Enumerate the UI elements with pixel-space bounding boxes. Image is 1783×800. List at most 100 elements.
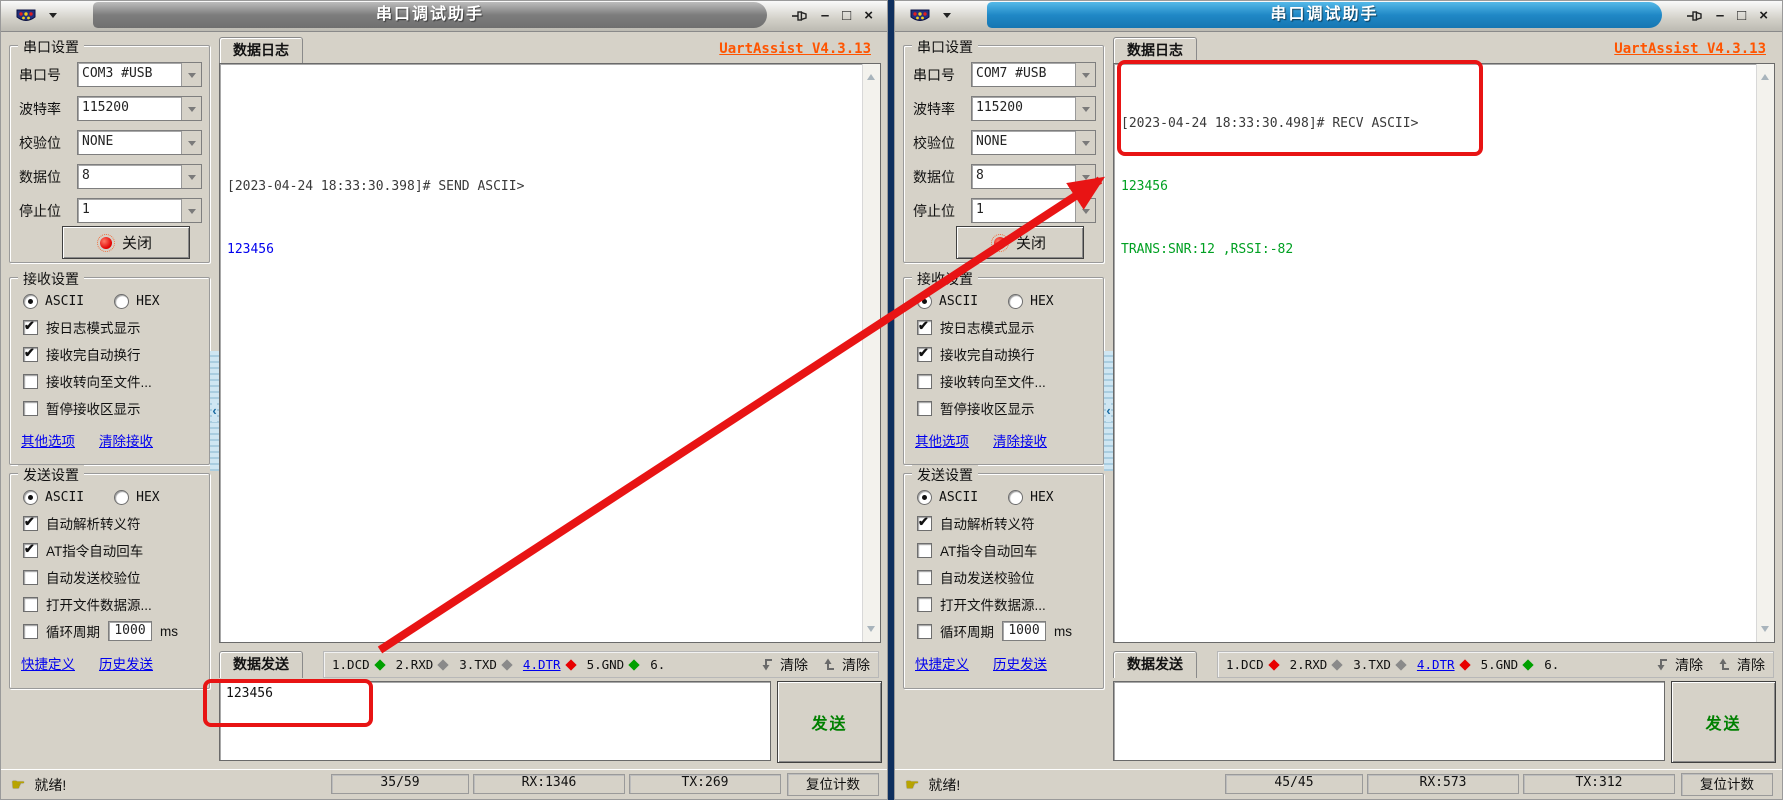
baud-rate-select[interactable]: 115200 bbox=[77, 96, 202, 121]
checkbox-file-data-source[interactable]: 打开文件数据源... bbox=[917, 595, 1103, 613]
cycle-period-input[interactable]: 1000 bbox=[108, 621, 152, 641]
signal-dtr[interactable]: 4.DTR bbox=[1417, 657, 1469, 672]
checkbox-auto-escape[interactable]: 自动解析转义符 bbox=[917, 514, 1103, 532]
checkbox-auto-newline[interactable]: 接收完自动换行 bbox=[917, 345, 1103, 363]
combo-dropdown-button[interactable] bbox=[1075, 97, 1095, 120]
minimize-button[interactable]: – bbox=[821, 6, 829, 26]
radio-send-ascii[interactable]: ASCII bbox=[23, 490, 84, 505]
collapse-panel-icon[interactable] bbox=[210, 351, 219, 471]
collapse-panel-icon[interactable] bbox=[1104, 351, 1113, 471]
checkbox-cycle-period[interactable]: 循环周期 1000 ms bbox=[23, 622, 209, 640]
radio-send-ascii[interactable]: ASCII bbox=[917, 490, 978, 505]
signal-label[interactable]: 4.DTR bbox=[1417, 657, 1455, 672]
pin-icon[interactable] bbox=[791, 9, 808, 23]
stop-bits-select[interactable]: 1 bbox=[971, 198, 1096, 223]
checkbox-redirect-to-file[interactable]: 接收转向至文件... bbox=[917, 372, 1103, 390]
checkbox-pause-display[interactable]: 暂停接收区显示 bbox=[23, 399, 209, 417]
brand-link[interactable]: UartAssist V4.3.13 bbox=[1614, 41, 1766, 57]
clear-receive-button[interactable]: 清除 bbox=[1655, 655, 1703, 675]
link-quick-define[interactable]: 快捷定义 bbox=[21, 653, 75, 673]
link-other-options[interactable]: 其他选项 bbox=[21, 430, 75, 450]
radio-send-hex[interactable]: HEX bbox=[1008, 490, 1053, 505]
scroll-down-icon[interactable] bbox=[867, 626, 875, 636]
signal-dtr[interactable]: 4.DTR bbox=[523, 657, 575, 672]
link-history-send[interactable]: 历史发送 bbox=[99, 653, 153, 673]
data-bits-select[interactable]: 8 bbox=[971, 164, 1096, 189]
signal-label[interactable]: 4.DTR bbox=[523, 657, 561, 672]
checkbox-redirect-to-file[interactable]: 接收转向至文件... bbox=[23, 372, 209, 390]
close-window-button[interactable]: × bbox=[864, 6, 873, 26]
combo-dropdown-button[interactable] bbox=[1075, 63, 1095, 86]
data-log-area[interactable]: [2023-04-24 18:33:30.498]# RECV ASCII> 1… bbox=[1113, 63, 1775, 643]
log-scrollbar[interactable] bbox=[862, 64, 880, 642]
combo-dropdown-button[interactable] bbox=[181, 165, 201, 188]
brand-link[interactable]: UartAssist V4.3.13 bbox=[719, 41, 871, 57]
checkbox-auto-escape[interactable]: 自动解析转义符 bbox=[23, 514, 209, 532]
scroll-up-icon[interactable] bbox=[1761, 70, 1769, 80]
clear-send-button[interactable]: 清除 bbox=[1717, 655, 1765, 675]
radio-send-hex[interactable]: HEX bbox=[114, 490, 159, 505]
checkbox-log-mode-display[interactable]: 按日志模式显示 bbox=[23, 318, 209, 336]
checkbox-auto-checksum[interactable]: 自动发送校验位 bbox=[23, 568, 209, 586]
scroll-down-icon[interactable] bbox=[1761, 626, 1769, 636]
radio-recv-hex[interactable]: HEX bbox=[1008, 294, 1053, 309]
stop-bits-select[interactable]: 1 bbox=[77, 198, 202, 223]
send-button[interactable]: 发送 bbox=[1671, 681, 1776, 763]
checkbox-cycle-period[interactable]: 循环周期 1000 ms bbox=[917, 622, 1103, 640]
maximize-button[interactable]: □ bbox=[1737, 6, 1746, 26]
clear-send-button[interactable]: 清除 bbox=[822, 655, 870, 675]
checkbox-at-auto-enter[interactable]: AT指令自动回车 bbox=[23, 541, 209, 559]
data-bits-select[interactable]: 8 bbox=[77, 164, 202, 189]
tab-data-send[interactable]: 数据发送 bbox=[1113, 651, 1197, 678]
checkbox-pause-display[interactable]: 暂停接收区显示 bbox=[917, 399, 1103, 417]
radio-recv-ascii[interactable]: ASCII bbox=[23, 294, 84, 309]
reset-count-button[interactable]: 复位计数 bbox=[787, 773, 879, 796]
checkbox-auto-newline[interactable]: 接收完自动换行 bbox=[23, 345, 209, 363]
tab-data-log[interactable]: 数据日志 bbox=[1113, 37, 1197, 64]
checkbox-log-mode-display[interactable]: 按日志模式显示 bbox=[917, 318, 1103, 336]
tab-data-send[interactable]: 数据发送 bbox=[219, 651, 303, 678]
cycle-period-input[interactable]: 1000 bbox=[1002, 621, 1046, 641]
checkbox-at-auto-enter[interactable]: AT指令自动回车 bbox=[917, 541, 1103, 559]
data-log-area[interactable]: [2023-04-24 18:33:30.398]# SEND ASCII> 1… bbox=[219, 63, 881, 643]
combo-dropdown-button[interactable] bbox=[1075, 131, 1095, 154]
titlebar[interactable]: 串口调试助手 – □ × bbox=[1, 1, 887, 32]
com-port-select[interactable]: COM3 #USB bbox=[77, 62, 202, 87]
app-menu[interactable] bbox=[901, 4, 987, 27]
combo-dropdown-button[interactable] bbox=[181, 131, 201, 154]
minimize-button[interactable]: – bbox=[1716, 6, 1724, 26]
close-window-button[interactable]: × bbox=[1759, 6, 1768, 26]
pin-icon[interactable] bbox=[1686, 9, 1703, 23]
parity-select[interactable]: NONE bbox=[971, 130, 1096, 155]
radio-recv-ascii[interactable]: ASCII bbox=[917, 294, 978, 309]
radio-recv-hex[interactable]: HEX bbox=[114, 294, 159, 309]
combo-dropdown-button[interactable] bbox=[1075, 199, 1095, 222]
clear-receive-button[interactable]: 清除 bbox=[760, 655, 808, 675]
app-menu[interactable] bbox=[7, 4, 93, 27]
tab-data-log[interactable]: 数据日志 bbox=[219, 37, 303, 64]
maximize-button[interactable]: □ bbox=[842, 6, 851, 26]
checkbox-file-data-source[interactable]: 打开文件数据源... bbox=[23, 595, 209, 613]
reset-count-button[interactable]: 复位计数 bbox=[1681, 773, 1773, 796]
send-button[interactable]: 发送 bbox=[777, 681, 882, 763]
log-scrollbar[interactable] bbox=[1756, 64, 1774, 642]
checkbox-auto-checksum[interactable]: 自动发送校验位 bbox=[917, 568, 1103, 586]
baud-rate-select[interactable]: 115200 bbox=[971, 96, 1096, 121]
link-clear-receive[interactable]: 清除接收 bbox=[993, 430, 1047, 450]
scroll-up-icon[interactable] bbox=[867, 70, 875, 80]
combo-dropdown-button[interactable] bbox=[181, 199, 201, 222]
close-port-button[interactable]: 关闭 bbox=[62, 226, 190, 259]
com-port-select[interactable]: COM7 #USB bbox=[971, 62, 1096, 87]
combo-dropdown-button[interactable] bbox=[181, 97, 201, 120]
link-quick-define[interactable]: 快捷定义 bbox=[915, 653, 969, 673]
send-input[interactable] bbox=[1113, 681, 1665, 761]
parity-select[interactable]: NONE bbox=[77, 130, 202, 155]
close-port-button[interactable]: 关闭 bbox=[956, 226, 1084, 259]
send-input[interactable]: 123456 bbox=[219, 681, 771, 761]
titlebar[interactable]: 串口调试助手 – □ × bbox=[895, 1, 1782, 32]
combo-dropdown-button[interactable] bbox=[181, 63, 201, 86]
link-clear-receive[interactable]: 清除接收 bbox=[99, 430, 153, 450]
link-history-send[interactable]: 历史发送 bbox=[993, 653, 1047, 673]
link-other-options[interactable]: 其他选项 bbox=[915, 430, 969, 450]
combo-dropdown-button[interactable] bbox=[1075, 165, 1095, 188]
